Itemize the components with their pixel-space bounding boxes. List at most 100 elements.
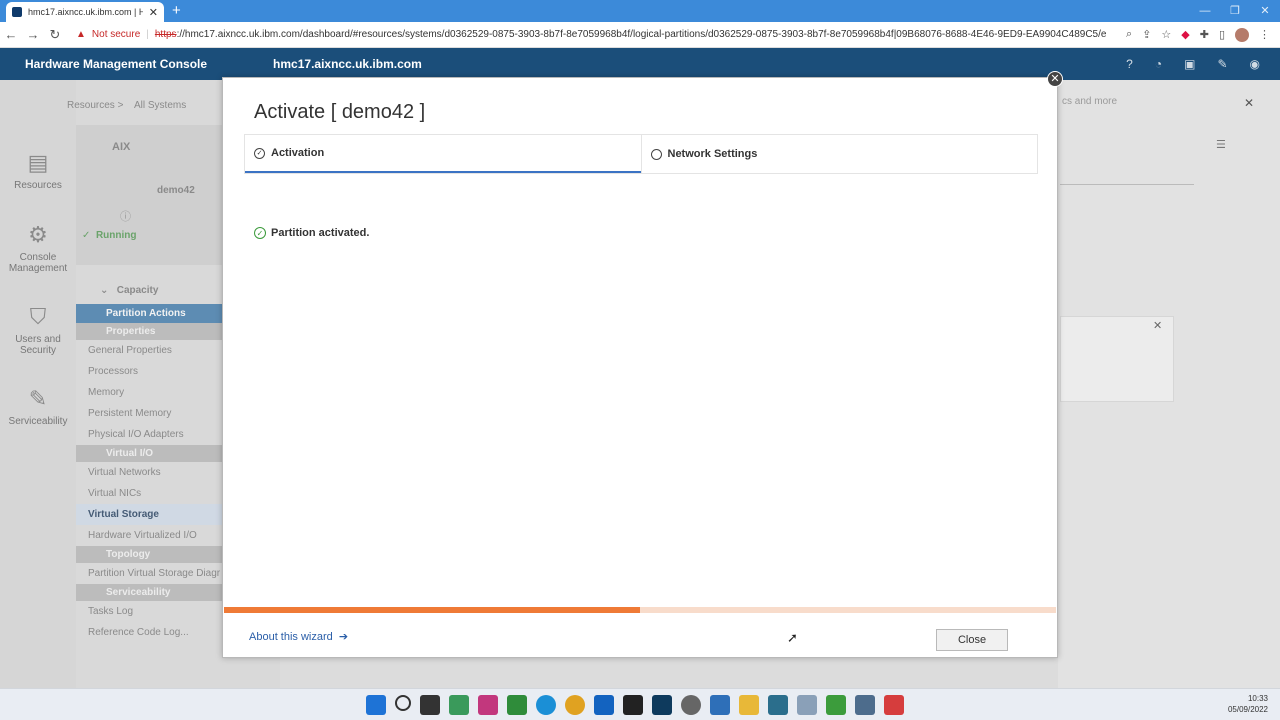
search-icon[interactable]	[395, 695, 411, 711]
user-icon[interactable]: ◉	[1250, 57, 1260, 71]
list-item[interactable]: Partition Virtual Storage Diagr	[76, 563, 222, 584]
bg-close-icon[interactable]: ✕	[1244, 96, 1254, 110]
system-clock[interactable]: 10:33 05/09/2022	[1228, 693, 1268, 715]
serviceability-header[interactable]: Serviceability	[76, 584, 222, 601]
info-icon[interactable]: ⓘ	[120, 208, 131, 224]
window-controls: — ❐ ✕	[1190, 0, 1280, 22]
slack-icon[interactable]	[478, 695, 498, 715]
list-item[interactable]: Memory	[76, 382, 222, 403]
chrome-icon[interactable]	[565, 695, 585, 715]
bookmark-star-icon[interactable]: ☆	[1161, 28, 1171, 41]
new-tab-icon[interactable]: +	[172, 2, 181, 19]
forward-icon[interactable]: →	[22, 27, 44, 42]
mouse-cursor-icon: ➚	[787, 630, 798, 645]
partition-actions-header[interactable]: Partition Actions	[76, 304, 222, 323]
about-wizard-link[interactable]: About this wizard ➔	[249, 630, 348, 643]
notification-bell-icon[interactable]: ◔	[1155, 57, 1162, 71]
nav-users-security[interactable]: ⛉ Users and Security	[0, 304, 76, 356]
dialog-close-icon[interactable]: ✕	[1047, 71, 1063, 87]
app-icon[interactable]	[826, 695, 846, 715]
terminal-icon[interactable]	[623, 695, 643, 715]
reload-icon[interactable]: ↻	[44, 27, 66, 43]
step-activation[interactable]: ✓ Activation	[245, 135, 641, 173]
gear-icon: ⚙	[28, 222, 48, 247]
list-item[interactable]: Virtual NICs	[76, 483, 222, 504]
clipboard-icon[interactable]: ▣	[1184, 57, 1195, 71]
menu-icon[interactable]: ⋮	[1259, 28, 1270, 41]
back-icon[interactable]: ←	[0, 27, 22, 42]
list-item[interactable]: Tasks Log	[76, 601, 222, 622]
arrow-right-icon: ➔	[335, 631, 349, 643]
list-item-selected[interactable]: Virtual Storage	[76, 504, 222, 525]
list-item[interactable]: Processors	[76, 361, 222, 382]
restore-icon[interactable]: ❐	[1220, 0, 1250, 22]
virtual-io-header[interactable]: Virtual I/O	[76, 445, 222, 462]
background-right: cs and more ✕ ☰ ✕	[1058, 80, 1280, 688]
list-item[interactable]: Reference Code Log...	[76, 622, 222, 643]
breadcrumb-resources[interactable]: Resources >	[67, 100, 123, 111]
server-icon: ▤	[27, 150, 49, 175]
nav-serviceability[interactable]: ✎ Serviceability	[0, 386, 76, 427]
share-icon[interactable]: ⇪	[1142, 28, 1151, 41]
partition-actions-list: Partition Actions Properties General Pro…	[76, 304, 222, 643]
list-item[interactable]: Hardware Virtualized I/O	[76, 525, 222, 546]
puzzle-icon[interactable]: ✚	[1200, 28, 1209, 41]
file-explorer-icon[interactable]	[739, 695, 759, 715]
windows-start-icon[interactable]	[366, 695, 386, 715]
warning-icon[interactable]: ▲	[76, 29, 86, 40]
close-button[interactable]: Close	[936, 629, 1008, 651]
url-field[interactable]: ▲ Not secure | https://hmc17.aixncc.uk.i…	[76, 29, 1106, 40]
filter-icon[interactable]: ☰	[1216, 138, 1226, 151]
address-bar: ← → ↻ ▲ Not secure | https://hmc17.aixnc…	[0, 22, 1280, 48]
list-item[interactable]: Virtual Networks	[76, 462, 222, 483]
extension-icon[interactable]: ◆	[1181, 28, 1189, 41]
security-warning[interactable]: Not secure	[92, 29, 140, 40]
minimize-icon[interactable]: —	[1190, 0, 1220, 22]
help-icon[interactable]: ?	[1126, 57, 1133, 71]
task-view-icon[interactable]	[420, 695, 440, 715]
step-network-settings[interactable]: Network Settings	[640, 135, 1038, 173]
bg-dialog-close-icon[interactable]: ✕	[1153, 319, 1162, 332]
list-item[interactable]: General Properties	[76, 340, 222, 361]
outlook-icon[interactable]	[594, 695, 614, 715]
partition-name: demo42	[157, 185, 195, 196]
app-icon[interactable]	[710, 695, 730, 715]
nav-label: Resources	[14, 180, 62, 191]
divider	[1060, 184, 1194, 185]
browser-tab[interactable]: hmc17.aixncc.uk.ibm.com | Hard ✕	[6, 2, 164, 22]
properties-header[interactable]: Properties	[76, 323, 222, 340]
capacity-item[interactable]: ⌄ Capacity	[76, 280, 222, 301]
app-icon[interactable]	[449, 695, 469, 715]
close-window-icon[interactable]: ✕	[1250, 0, 1280, 22]
app-icon[interactable]	[652, 695, 672, 715]
nav-resources[interactable]: ▤ Resources	[0, 150, 76, 191]
app-header: Hardware Management Console hmc17.aixncc…	[0, 48, 1280, 80]
settings-icon[interactable]	[681, 695, 701, 715]
breadcrumb: Resources > All Systems	[67, 100, 186, 111]
calculator-icon[interactable]	[855, 695, 875, 715]
success-check-icon: ✓	[254, 227, 266, 239]
app-icon[interactable]	[797, 695, 817, 715]
app-icon[interactable]	[884, 695, 904, 715]
about-link-text[interactable]: About this wizard	[249, 631, 333, 643]
state-indicator: ✓ Running	[82, 230, 137, 241]
app-icon[interactable]	[768, 695, 788, 715]
app-icon[interactable]	[507, 695, 527, 715]
status-message: ✓ Partition activated.	[254, 227, 369, 239]
dialog-title: Activate [ demo42 ]	[254, 101, 426, 123]
shield-icon: ⛉	[29, 304, 47, 329]
close-tab-icon[interactable]: ✕	[149, 6, 158, 19]
topology-header[interactable]: Topology	[76, 546, 222, 563]
tools-icon[interactable]: ✎	[1217, 57, 1227, 71]
list-item[interactable]: Physical I/O Adapters	[76, 424, 222, 445]
nav-console-management[interactable]: ⚙ Console Management	[0, 222, 76, 274]
step-label: Network Settings	[667, 148, 758, 160]
breadcrumb-all-systems[interactable]: All Systems	[134, 100, 186, 111]
profile-avatar[interactable]	[1235, 27, 1249, 42]
edge-icon[interactable]	[536, 695, 556, 715]
list-item[interactable]: Persistent Memory	[76, 403, 222, 424]
sidebar-icon[interactable]: ▯	[1219, 28, 1225, 41]
zoom-icon[interactable]: ⌕	[1126, 28, 1132, 41]
bg-right-text: cs and more	[1062, 96, 1118, 107]
host-name: hmc17.aixncc.uk.ibm.com	[273, 57, 422, 71]
